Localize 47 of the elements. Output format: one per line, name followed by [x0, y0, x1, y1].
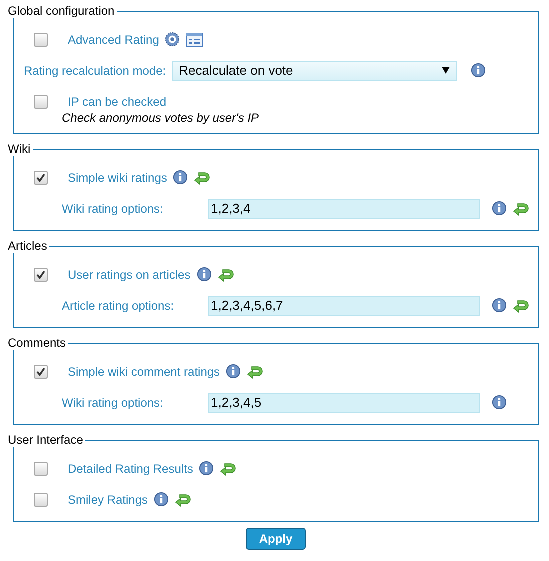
undo-arrow-icon[interactable] — [513, 202, 529, 216]
option-label: IP can be checked — [68, 94, 167, 108]
undo-arrow-icon[interactable] — [218, 268, 234, 282]
undo-arrow-icon[interactable] — [513, 298, 529, 312]
info-icon[interactable] — [199, 461, 214, 476]
info-icon[interactable] — [226, 364, 242, 379]
mode-dropdown[interactable]: Recalculate on vote — [172, 60, 458, 80]
section-legend: Articles — [6, 239, 50, 253]
option-label: Smiley Ratings — [68, 492, 148, 506]
field-label: Wiki rating options: — [62, 202, 164, 216]
checkbox[interactable] — [34, 364, 48, 378]
section-legend: Wiki — [6, 142, 33, 156]
undo-arrow-icon[interactable] — [220, 462, 236, 476]
checkbox[interactable] — [34, 32, 48, 46]
dropdown-arrow-icon — [442, 67, 450, 74]
section-legend: Global configuration — [6, 4, 117, 18]
option-label: User ratings on articles — [68, 268, 191, 282]
checkbox[interactable] — [34, 492, 48, 506]
option-description: Check anonymous votes by user's IP — [61, 111, 260, 125]
checkbox[interactable] — [34, 268, 48, 282]
field-label: Wiki rating options: — [62, 396, 164, 410]
info-icon[interactable] — [492, 395, 507, 410]
undo-arrow-icon[interactable] — [247, 364, 264, 378]
info-icon[interactable] — [173, 170, 188, 185]
input-field[interactable]: 1,2,3,4,5 — [208, 392, 480, 412]
info-icon[interactable] — [492, 201, 507, 216]
undo-arrow-icon[interactable] — [194, 170, 210, 184]
info-icon[interactable] — [154, 492, 170, 507]
input-field[interactable]: 1,2,3,4,5,6,7 — [208, 296, 480, 316]
info-icon[interactable] — [196, 267, 212, 282]
input-field[interactable]: 1,2,3,4 — [208, 198, 480, 218]
field-label: Article rating options: — [62, 298, 176, 312]
option-label: Simple wiki comment ratings — [68, 364, 220, 378]
help-icon[interactable] — [165, 32, 180, 47]
section-legend: User Interface — [6, 433, 86, 447]
checkbox[interactable] — [34, 94, 48, 108]
form-icon[interactable] — [186, 32, 204, 46]
undo-arrow-icon[interactable] — [175, 492, 192, 506]
field-label: Rating recalculation mode: — [24, 64, 166, 78]
checkbox[interactable] — [34, 170, 48, 184]
section-legend: Comments — [6, 336, 68, 350]
checkbox[interactable] — [34, 462, 48, 476]
option-label: Simple wiki ratings — [68, 170, 168, 184]
info-icon[interactable] — [492, 298, 507, 313]
info-icon[interactable] — [471, 63, 486, 78]
option-label: Advanced Rating — [68, 32, 160, 46]
option-label: Detailed Rating Results — [68, 462, 194, 476]
